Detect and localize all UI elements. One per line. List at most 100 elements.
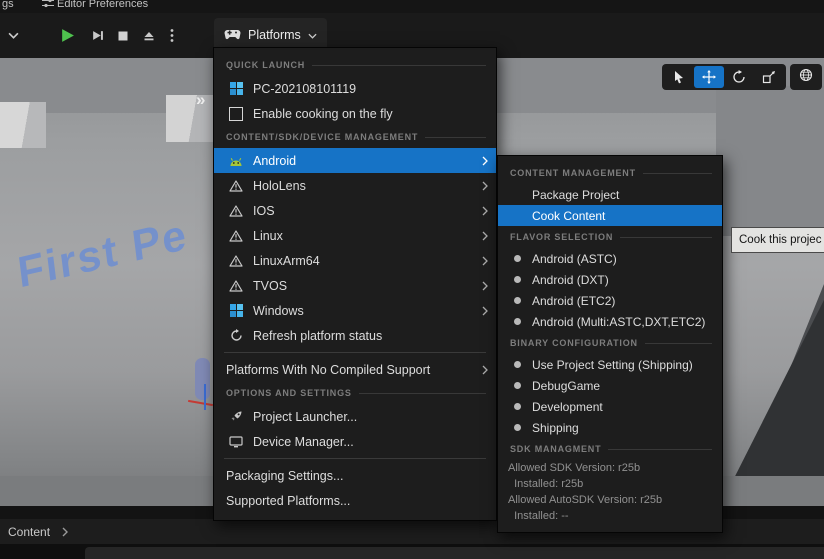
select-tool-icon[interactable] — [664, 66, 694, 88]
menu-item-windows[interactable]: Windows — [214, 298, 496, 323]
menu-item-shipping[interactable]: Shipping — [498, 417, 722, 438]
chevron-right-icon — [482, 156, 488, 166]
menu-item-hololens[interactable]: HoloLens — [214, 173, 496, 198]
menu-item-package-project[interactable]: Package Project — [498, 184, 722, 205]
menu-item-label: LinuxArm64 — [253, 254, 320, 268]
move-tool-icon[interactable] — [694, 66, 724, 88]
menu-item-development[interactable]: Development — [498, 396, 722, 417]
more-options-icon[interactable] — [164, 13, 180, 58]
menu-item-cook-content[interactable]: Cook Content — [498, 205, 722, 226]
content-drawer-top-edge — [85, 547, 824, 559]
windows-icon — [226, 82, 246, 95]
transform-gizmo — [204, 384, 206, 410]
scene-3d-text: First Pe — [15, 211, 190, 299]
menu-item-packaging-settings[interactable]: Packaging Settings... — [214, 463, 496, 488]
menu-item-label: DebugGame — [532, 379, 600, 393]
editor-preferences-label[interactable]: Editor Preferences — [57, 0, 148, 10]
menu-item-label: TVOS — [253, 279, 287, 293]
menu-item-android[interactable]: Android — [214, 148, 496, 173]
eject-button[interactable] — [138, 13, 160, 58]
menu-item-label: Cook Content — [532, 209, 605, 223]
menu-item-linux[interactable]: Linux — [214, 223, 496, 248]
android-submenu: CONTENT MANAGEMENT Package Project Cook … — [497, 155, 723, 533]
chevron-right-icon — [482, 181, 488, 191]
menu-item-label: PC-202108101119 — [253, 82, 356, 96]
sdk-info-line: Installed: -- — [498, 508, 722, 524]
menu-item-ios[interactable]: IOS — [214, 198, 496, 223]
chevron-right-icon — [482, 306, 488, 316]
transform-gizmo — [188, 400, 213, 406]
menu-item-android-astc[interactable]: Android (ASTC) — [498, 248, 722, 269]
menu-item-label: Project Launcher... — [253, 410, 357, 424]
section-header-sdk-management: SDK MANAGMENT — [498, 438, 722, 460]
menu-item-label: Android (ASTC) — [532, 252, 617, 266]
radio-icon — [510, 403, 524, 410]
menu-item-linuxarm64[interactable]: LinuxArm64 — [214, 248, 496, 273]
menu-item-pc-quick-launch[interactable]: PC-202108101119 — [214, 76, 496, 101]
section-header-binary-configuration: BINARY CONFIGURATION — [498, 332, 722, 354]
section-header-management: CONTENT/SDK/DEVICE MANAGEMENT — [214, 126, 496, 148]
menu-item-label: Windows — [253, 304, 304, 318]
menu-bar-left-text: gs — [2, 0, 14, 10]
menu-item-use-project-setting[interactable]: Use Project Setting (Shipping) — [498, 354, 722, 375]
globe-icon — [799, 68, 813, 87]
chevron-right-icon — [482, 281, 488, 291]
menu-item-label: Android (Multi:ASTC,DXT,ETC2) — [532, 315, 705, 329]
menu-item-label: Android (ETC2) — [532, 294, 615, 308]
menu-item-no-compiled-support[interactable]: Platforms With No Compiled Support — [214, 357, 496, 382]
section-header-options: OPTIONS AND SETTINGS — [214, 382, 496, 404]
menu-item-label: HoloLens — [253, 179, 306, 193]
section-header-quick-launch: QUICK LAUNCH — [214, 54, 496, 76]
menu-item-label: Packaging Settings... — [226, 469, 343, 483]
chevron-right-icon — [482, 256, 488, 266]
menu-item-android-multi[interactable]: Android (Multi:ASTC,DXT,ETC2) — [498, 311, 722, 332]
viewport-toolbar-expand-icon[interactable]: » — [196, 90, 205, 110]
menu-item-refresh-platform-status[interactable]: Refresh platform status — [214, 323, 496, 348]
menu-item-android-etc2[interactable]: Android (ETC2) — [498, 290, 722, 311]
platforms-menu: QUICK LAUNCH PC-202108101119 Enable cook… — [213, 47, 497, 521]
menu-item-label: Use Project Setting (Shipping) — [532, 358, 693, 372]
warning-icon — [226, 255, 246, 267]
chevron-right-icon — [482, 206, 488, 216]
sdk-info-line: Allowed AutoSDK Version: r25b — [498, 492, 722, 508]
cooking-checkbox[interactable] — [226, 107, 246, 121]
menu-item-label: IOS — [253, 204, 275, 218]
menu-item-device-manager[interactable]: Device Manager... — [214, 429, 496, 454]
menu-item-enable-cooking[interactable]: Enable cooking on the fly — [214, 101, 496, 126]
menu-item-project-launcher[interactable]: Project Launcher... — [214, 404, 496, 429]
collapse-chevron-icon[interactable] — [2, 13, 24, 58]
device-manager-icon — [226, 436, 246, 448]
menu-item-debuggame[interactable]: DebugGame — [498, 375, 722, 396]
launcher-icon — [226, 410, 246, 423]
play-button[interactable] — [54, 13, 80, 58]
scene-cube — [166, 95, 214, 142]
rotate-tool-icon[interactable] — [724, 66, 754, 88]
radio-icon — [510, 255, 524, 262]
chevron-right-icon — [482, 365, 488, 375]
radio-icon — [510, 382, 524, 389]
section-header-content-management: CONTENT MANAGEMENT — [498, 162, 722, 184]
breadcrumb-content[interactable]: Content — [8, 525, 50, 539]
menu-item-label: Android (DXT) — [532, 273, 609, 287]
menu-item-label: Package Project — [532, 188, 619, 202]
warning-icon — [226, 180, 246, 192]
section-header-flavor-selection: FLAVOR SELECTION — [498, 226, 722, 248]
menu-item-label: Refresh platform status — [253, 329, 382, 343]
menu-item-label: Device Manager... — [253, 435, 354, 449]
frame-skip-button[interactable] — [86, 13, 108, 58]
unreal-editor-window: gs Editor Preferences Platforms — [0, 0, 824, 559]
scale-tool-icon[interactable] — [754, 66, 784, 88]
cook-content-tooltip: Cook this projec — [731, 227, 824, 253]
menu-separator — [224, 458, 486, 459]
scene-wall-right — [716, 86, 824, 236]
world-space-toggle[interactable] — [790, 64, 822, 90]
menu-item-tvos[interactable]: TVOS — [214, 273, 496, 298]
menu-item-android-dxt[interactable]: Android (DXT) — [498, 269, 722, 290]
menu-item-label: Shipping — [532, 421, 579, 435]
menu-separator — [224, 352, 486, 353]
sdk-info-line: Installed: r25b — [498, 476, 722, 492]
menu-item-label: Platforms With No Compiled Support — [226, 363, 430, 377]
platforms-label: Platforms — [248, 28, 301, 42]
menu-item-supported-platforms[interactable]: Supported Platforms... — [214, 488, 496, 513]
stop-button[interactable] — [112, 13, 134, 58]
